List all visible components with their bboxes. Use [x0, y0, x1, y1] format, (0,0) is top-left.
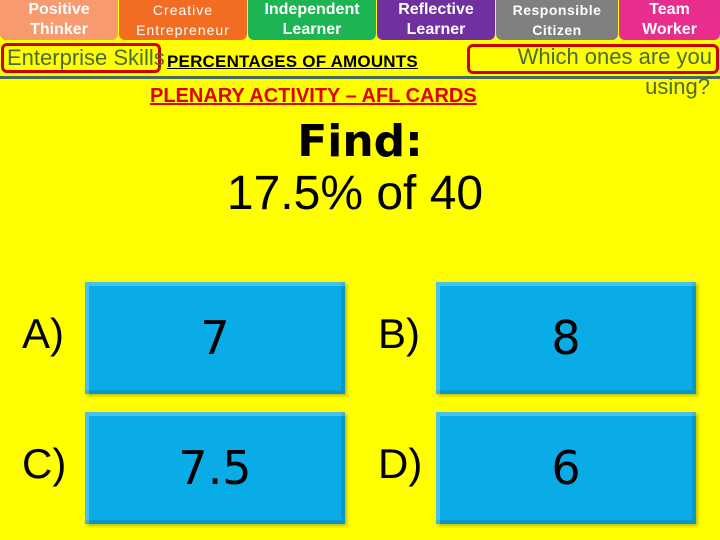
option-b-card[interactable]: 8: [436, 282, 696, 394]
question-heading: Find:: [297, 116, 423, 167]
skill-tab-team-worker[interactable]: Team Worker: [619, 0, 720, 40]
skill-tab-creative-entrepreneur[interactable]: Creative Entrepreneur: [119, 0, 247, 40]
lesson-title: PERCENTAGES OF AMOUNTS: [167, 52, 418, 71]
option-b-label: B): [378, 310, 420, 357]
skill-tab-label: Citizen: [532, 22, 582, 38]
skill-tab-label: Learner: [282, 21, 342, 38]
skill-tab-label: Team: [649, 1, 690, 18]
option-c-card[interactable]: 7.5: [85, 412, 345, 524]
option-d-card[interactable]: 6: [436, 412, 696, 524]
skill-tab-label: Worker: [642, 21, 697, 38]
skill-tab-label: Creative: [152, 2, 214, 18]
header-divider: [0, 76, 720, 79]
option-c-label: C): [22, 440, 67, 487]
skill-tab-responsible-citizen[interactable]: Responsible Citizen: [496, 0, 618, 40]
skill-tab-label: Responsible: [512, 2, 602, 18]
enterprise-skills-label: Enterprise Skills: [7, 45, 165, 70]
skill-tab-label: Reflective: [398, 1, 474, 18]
option-a-card[interactable]: 7: [85, 282, 345, 394]
which-ones-prompt: Which ones are you: [517, 44, 712, 69]
option-a-label: A): [22, 310, 64, 357]
skill-tab-positive-thinker[interactable]: Positive Thinker: [0, 0, 118, 40]
option-d-label: D): [378, 440, 423, 487]
skill-tab-label: Thinker: [30, 21, 88, 38]
question-expression: 17.5% of 40: [226, 167, 484, 220]
skill-tab-independent-learner[interactable]: Independent Learner: [248, 0, 376, 40]
skill-tab-label: Positive: [28, 1, 90, 18]
skill-tab-label: Entrepreneur: [136, 22, 230, 38]
skill-tab-label: Learner: [406, 21, 466, 38]
skill-tab-label: Independent: [264, 1, 360, 18]
plenary-title: PLENARY ACTIVITY – AFL CARDS: [150, 85, 477, 107]
skill-tab-reflective-learner[interactable]: Reflective Learner: [377, 0, 495, 40]
